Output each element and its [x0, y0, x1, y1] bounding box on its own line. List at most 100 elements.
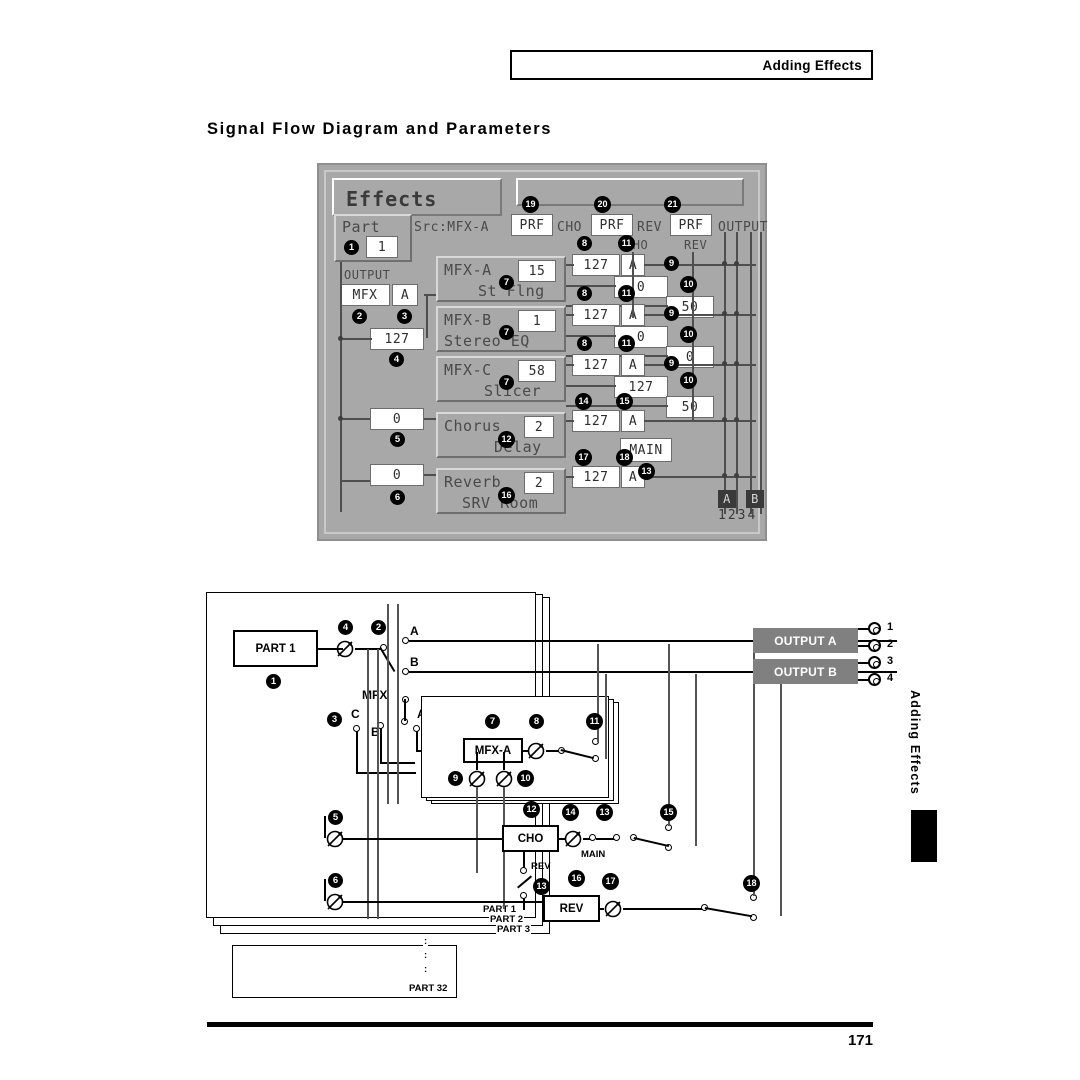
route-terminal-b [402, 668, 409, 675]
callout-6-diagram: 6 [328, 873, 343, 888]
cho-switch-term-left [613, 834, 620, 841]
callout-9-diagram: 9 [448, 771, 463, 786]
output-jack-1 [868, 622, 881, 635]
lcd-row-out-chorus: A [621, 410, 645, 432]
signal-flow-block-diagram: PART 1 PART 2 PART 3 : : : PART 32 PART … [205, 592, 897, 1002]
callout-7-a: 7 [499, 275, 514, 290]
callout-11-a: 11 [618, 235, 635, 252]
side-tab-label: Adding Effects [908, 690, 922, 795]
lcd-bus-dot-b2 [734, 311, 739, 316]
lcd-link-mfx-b-4 [644, 314, 756, 316]
callout-17: 17 [575, 449, 592, 466]
callout-8-diagram: 8 [529, 714, 544, 729]
lcd-row-level-mfx-c: 127 [572, 354, 620, 376]
part-bus-4 [397, 604, 399, 804]
callout-12: 12 [498, 431, 515, 448]
part-layer-ellipsis-3: : [423, 964, 429, 975]
rev-knob-out-run [623, 908, 703, 910]
running-head-text: Adding Effects [762, 57, 862, 73]
side-tab: Adding Effects [908, 690, 937, 862]
callout-9-a: 9 [664, 256, 679, 271]
lcd-row-type-mfx-b: Stereo EQ [444, 332, 530, 350]
callout-10-diagram: 10 [517, 770, 534, 787]
lcd-output-level: 127 [370, 328, 424, 350]
lcd-bus-dot-a2 [734, 261, 739, 266]
callout-15: 15 [616, 393, 633, 410]
part-1-box: PART 1 [233, 630, 318, 667]
callout-1: 1 [344, 240, 359, 255]
callout-2: 2 [352, 309, 367, 324]
output-jack-number-2: 2 [887, 638, 894, 650]
volume-knob-4 [335, 639, 355, 659]
callout-13b-diagram: 13 [533, 878, 550, 895]
cho-to-rev-riser [523, 898, 525, 910]
callout-10-a: 10 [680, 276, 697, 293]
mfx-select-riser [404, 699, 406, 721]
rev-level-knob-17 [603, 899, 623, 919]
page-title: Signal Flow Diagram and Parameters [207, 120, 553, 138]
lcd-link-mfx-a-1 [566, 264, 574, 266]
lcd-rev-value: PRF [670, 214, 712, 236]
part-layer-label-32: PART 32 [408, 983, 449, 994]
callout-6: 6 [390, 490, 405, 505]
lcd-left-bus-tap-1 [340, 338, 372, 340]
callout-3: 3 [397, 309, 412, 324]
callout-14: 14 [575, 393, 592, 410]
side-tab-marker [911, 810, 937, 862]
lcd-row-number-mfx-b: 1 [518, 310, 556, 332]
lcd-cho-label: CHO [557, 220, 582, 235]
output-a-box: OUTPUT A [753, 628, 858, 653]
lcd-row-out-mfx-c: A [621, 354, 645, 376]
lcd-left-bus-tap-2 [340, 418, 374, 420]
lcd-bus-dot-d2 [734, 417, 739, 422]
callout-18-diagram: 18 [743, 875, 760, 892]
lcd-left-bus [340, 262, 342, 512]
output-b-box: OUTPUT B [753, 659, 858, 684]
lcd-part-label: Part [342, 218, 381, 236]
lcd-junction-dot-2 [338, 416, 343, 421]
page-number: 171 [847, 1032, 873, 1049]
mfx-in-riser-a [416, 731, 418, 751]
lcd-row-name-chorus: Chorus [444, 417, 502, 435]
lcd-title-text: Effects [346, 187, 438, 211]
lcd-link-chorus-1 [566, 420, 574, 422]
lcd-left-bus-tap-3 [340, 480, 374, 482]
part-bus-2 [377, 649, 379, 919]
callout-20: 20 [594, 196, 611, 213]
rev-block: REV [543, 895, 600, 922]
callout-10-c: 10 [680, 372, 697, 389]
lcd-link-mfx-c-1 [566, 364, 574, 366]
lcd-part-value: 1 [366, 236, 398, 258]
rev-out-line [600, 908, 604, 910]
send-9-drop [476, 787, 478, 873]
chorus-send-line-5 [343, 838, 503, 840]
lcd-bus-dot-c1 [722, 361, 727, 366]
lcd-rev-col-label: REV [684, 238, 708, 252]
cho-main-run [596, 838, 614, 840]
callout-15-diagram: 15 [660, 804, 677, 821]
output-jack-4 [868, 673, 881, 686]
callout-3-diagram: 3 [327, 712, 342, 727]
reverb-send-line-6 [343, 901, 543, 903]
lcd-row-level-chorus: 127 [572, 410, 620, 432]
callout-16: 16 [498, 487, 515, 504]
mfx-select-label-c: C [351, 707, 360, 721]
output-jack-number-1: 1 [887, 621, 894, 633]
callout-7-b: 7 [499, 325, 514, 340]
mfx-route-label: MFX [362, 688, 388, 702]
reverb-send-riser-6 [324, 879, 326, 901]
part-layer-ellipsis-1: : [423, 936, 429, 947]
output-jack-number-4: 4 [887, 672, 894, 684]
lcd-link-mfx-a-2 [566, 285, 616, 287]
lcd-link-mfx-c-4 [644, 364, 756, 366]
main-label-diagram: MAIN [581, 849, 606, 860]
callout-7-diagram: 7 [485, 714, 500, 729]
lcd-out-bus-3 [750, 232, 752, 514]
callout-4: 4 [389, 352, 404, 367]
lcd-link-mfx-c-2 [566, 385, 616, 387]
return-riser-cho-a [668, 644, 670, 826]
output-jack-2 [868, 639, 881, 652]
callout-7-c: 7 [499, 375, 514, 390]
lcd-inner-frame: Effects 19 20 21 Src:MFX-A PRF CHO PRF R… [324, 170, 767, 534]
mfx-return-riser-b [605, 674, 607, 759]
